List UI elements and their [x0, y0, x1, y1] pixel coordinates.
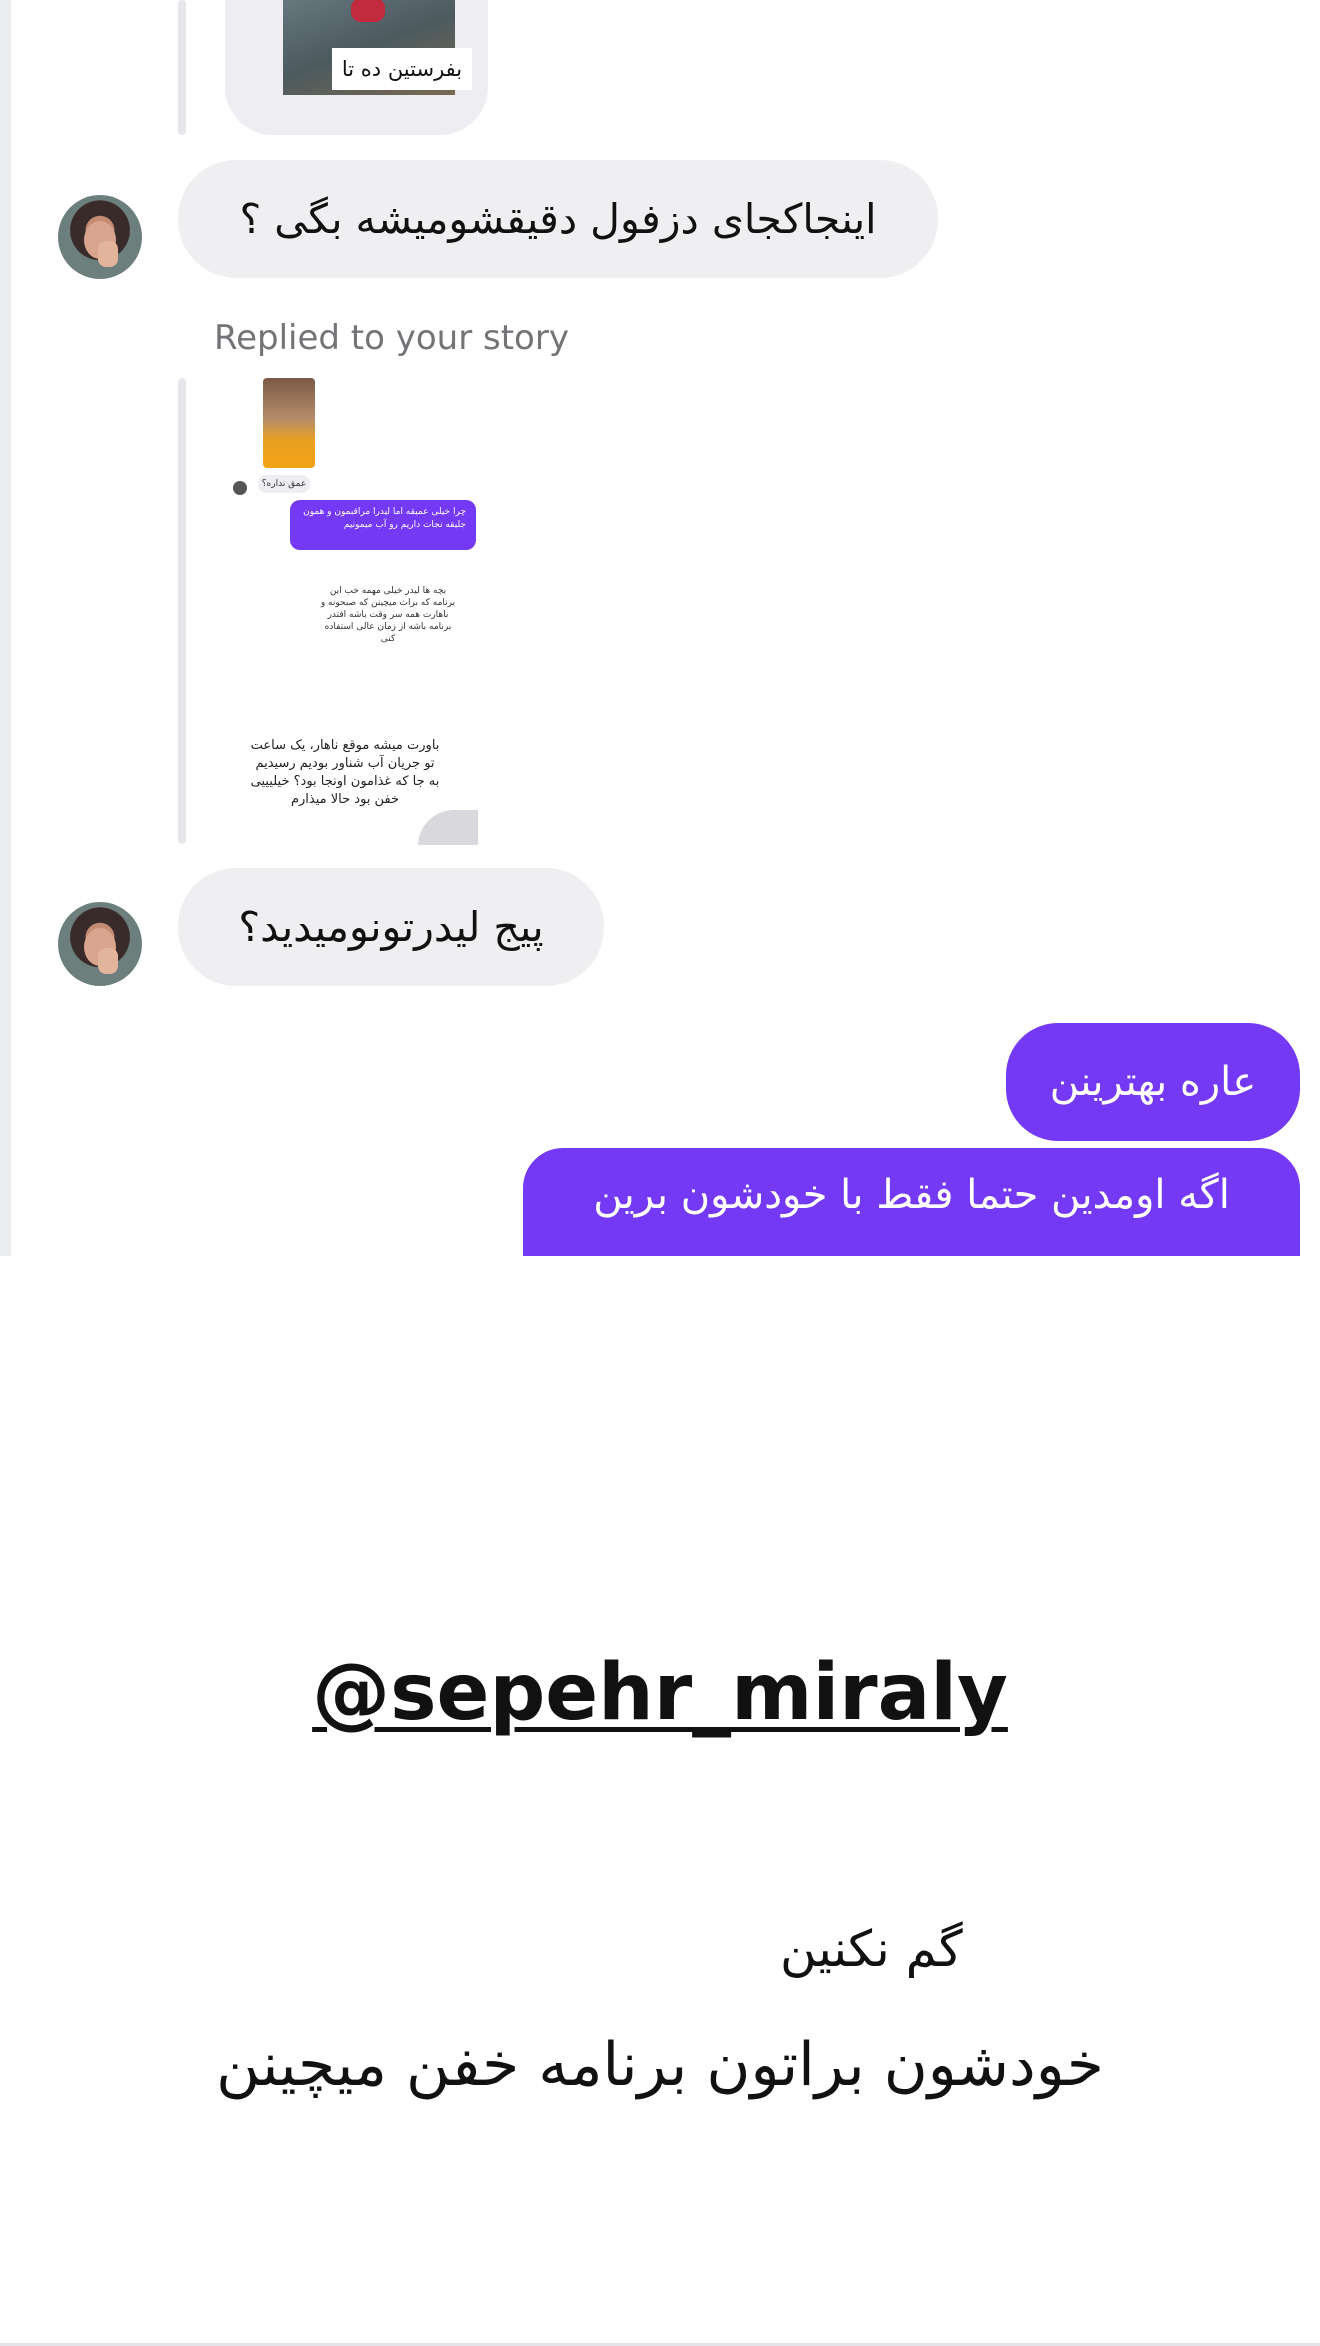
overlay-caption: گم نکنین — [780, 1920, 963, 1978]
story-text-block: بچه ها لیدر خیلی مهمه خب این برنامه که ب… — [320, 586, 456, 644]
thumbnail-figure — [351, 0, 385, 22]
story-reply-label: Replied to your story — [214, 318, 569, 358]
outgoing-message-bubble[interactable]: اگه اومدین حتما فقط با خودشون برین — [523, 1148, 1300, 1256]
chat-thread: بفرستین ده تا اینجاکجای دزفول دقیقشومیشه… — [0, 0, 1320, 1256]
story-text-block: باورت میشه موقع ناهار، یک ساعت تو جریان … — [250, 738, 440, 807]
left-edge-strip — [0, 0, 11, 1256]
story-thumbnail — [263, 378, 315, 468]
avatar-hand — [98, 241, 118, 267]
overlay-caption: خودشون براتون برنامه خفن میچینن — [216, 2030, 1104, 2100]
replied-story-preview[interactable]: عمق نداره؟ چرا خیلی عمیقه اما لیدرا مراق… — [230, 375, 490, 845]
instagram-handle[interactable]: @sepehr_miraly — [0, 1648, 1320, 1738]
incoming-message-bubble[interactable]: پیج لیدرتونومیدید؟ — [178, 868, 604, 986]
story-incoming-snippet: عمق نداره؟ — [258, 475, 310, 493]
sender-avatar[interactable] — [58, 902, 142, 986]
story-page-curl — [418, 810, 478, 845]
story-reply-quote-bar — [178, 378, 186, 844]
outgoing-message-bubble[interactable]: عاره بهترینن — [1006, 1023, 1300, 1141]
incoming-message-bubble[interactable]: اینجاکجای دزفول دقیقشومیشه بگی ؟ — [178, 160, 938, 278]
previous-media-caption: بفرستین ده تا — [332, 48, 472, 90]
avatar-hand — [98, 948, 118, 974]
reply-quote-bar — [178, 0, 186, 135]
story-outgoing-snippet: چرا خیلی عمیقه اما لیدرا مراقبمون و همون… — [290, 500, 476, 550]
sender-avatar[interactable] — [58, 195, 142, 279]
story-mini-avatar — [233, 481, 247, 495]
